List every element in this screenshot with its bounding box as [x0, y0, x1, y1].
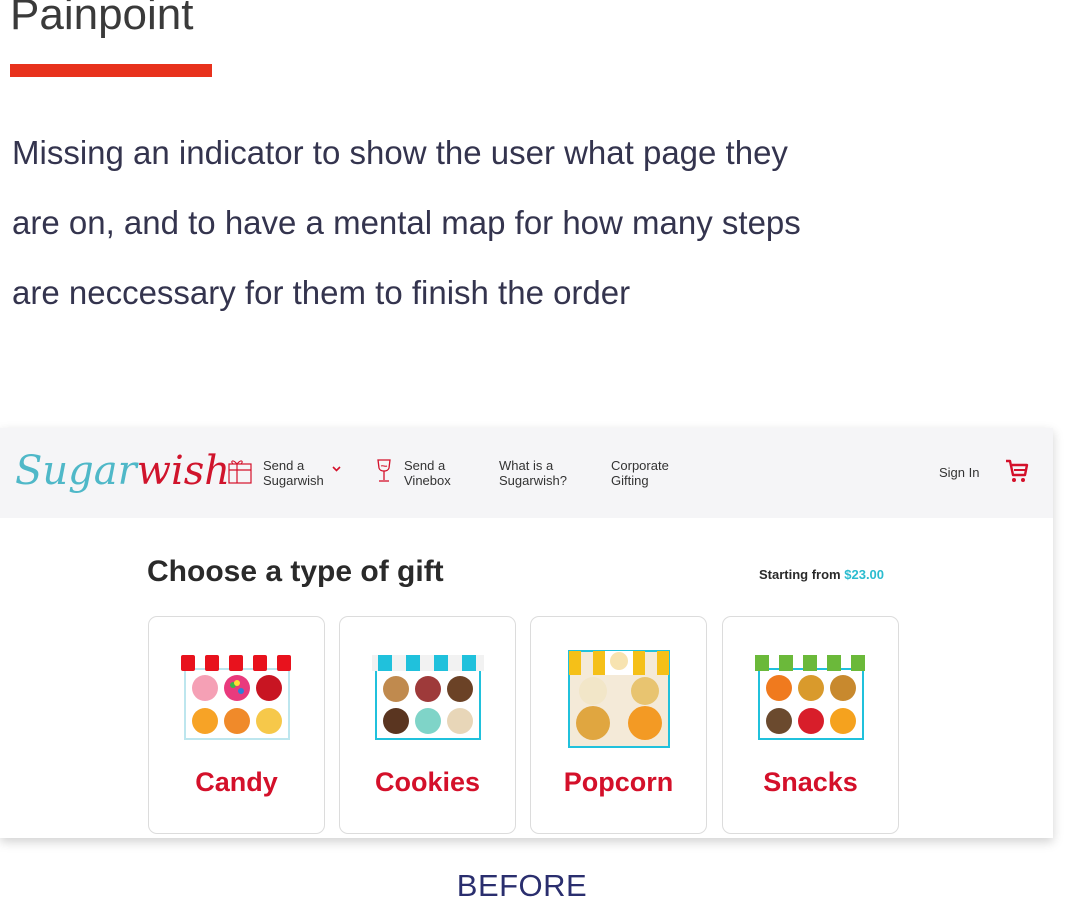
description-line: are neccessary for them to finish the or…: [12, 274, 631, 311]
gift-card-candy[interactable]: Candy: [148, 616, 325, 834]
nav-send-sugarwish[interactable]: Send a Sugarwish: [228, 458, 341, 488]
nav-corporate-gifting[interactable]: Corporate Gifting: [611, 458, 669, 488]
website-screenshot: Sugarwish Send a Sugarwish Send a Vinebo…: [0, 428, 1053, 838]
site-header: Sugarwish Send a Sugarwish Send a Vinebo…: [0, 428, 1053, 518]
nav-send-vinebox[interactable]: Send a Vinebox: [375, 458, 451, 488]
candy-box-icon: [181, 655, 291, 740]
page-title: Painpoint: [10, 0, 194, 39]
sugarwish-logo[interactable]: Sugarwish: [15, 446, 230, 496]
painpoint-description: Missing an indicator to show the user wh…: [12, 118, 862, 328]
gift-box-icon: [228, 460, 252, 484]
nav-what-is-sugarwish[interactable]: What is a Sugarwish?: [499, 458, 567, 488]
starting-price: Starting from $23.00: [759, 567, 885, 582]
title-underline: [10, 64, 212, 77]
gift-card-cookies[interactable]: Cookies: [339, 616, 516, 834]
card-label: Snacks: [763, 767, 858, 797]
description-line: Missing an indicator to show the user wh…: [12, 134, 788, 171]
popcorn-box-icon: [568, 650, 670, 748]
chevron-down-icon[interactable]: [332, 466, 341, 472]
gift-type-heading: Choose a type of gift: [147, 555, 444, 588]
gift-card-popcorn[interactable]: Popcorn: [530, 616, 707, 834]
card-label: Candy: [195, 767, 278, 797]
cart-icon[interactable]: [1004, 458, 1030, 484]
card-label: Cookies: [374, 767, 481, 797]
wine-glass-icon: [377, 459, 391, 482]
snack-box-icon: [755, 655, 865, 740]
sign-in-link[interactable]: Sign In: [939, 465, 979, 480]
before-caption: BEFORE: [456, 868, 588, 903]
card-label: Popcorn: [563, 767, 674, 797]
cookie-box-icon: [372, 655, 484, 740]
gift-card-snacks[interactable]: Snacks: [722, 616, 899, 834]
description-line: are on, and to have a mental map for how…: [12, 204, 801, 241]
